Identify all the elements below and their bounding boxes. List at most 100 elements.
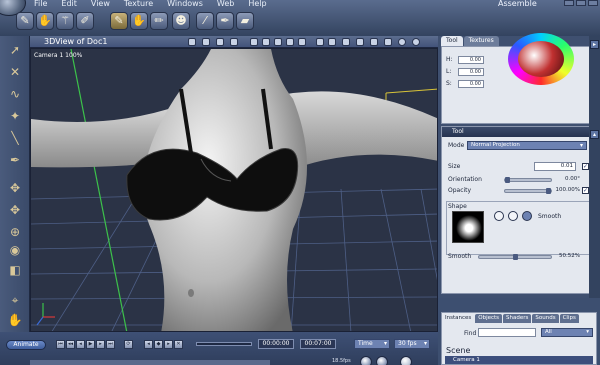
layout-split-icon[interactable] <box>262 38 270 46</box>
tab-objects[interactable]: Objects <box>475 314 503 323</box>
smooth-thumb[interactable] <box>512 254 518 260</box>
light-orb-icon[interactable] <box>400 356 412 365</box>
fps-dropdown[interactable]: 30 fps <box>394 339 430 349</box>
solid-box-icon[interactable] <box>370 38 378 46</box>
minimize-button[interactable] <box>564 0 574 6</box>
menu-texture[interactable]: Texture <box>124 0 153 9</box>
figure-icon[interactable]: ☻ <box>172 12 190 30</box>
scene-item[interactable]: Camera 1 <box>445 356 593 364</box>
view-mode-icon[interactable] <box>188 38 196 46</box>
animate-button[interactable]: Animate <box>6 340 46 350</box>
camera-icon[interactable]: ⌖ <box>7 292 23 308</box>
pencil-icon[interactable]: ✏ <box>150 12 168 30</box>
shield-icon[interactable] <box>316 38 324 46</box>
paint-brush-icon[interactable]: ✎ <box>16 12 34 30</box>
time-mode-dropdown[interactable]: Time <box>354 339 390 349</box>
pen-icon[interactable]: ✒ <box>216 12 234 30</box>
tool-icon[interactable]: ✐ <box>76 12 94 30</box>
shape-smooth-button[interactable] <box>522 211 532 221</box>
render-icon[interactable] <box>412 38 420 46</box>
orientation-slider[interactable] <box>504 177 552 183</box>
color-wheel-center[interactable] <box>518 41 564 77</box>
orientation-thumb[interactable] <box>505 177 510 183</box>
prev-frame-icon[interactable]: ◂ <box>76 340 85 349</box>
view-light-icon[interactable] <box>202 38 210 46</box>
preview-orb-icon[interactable] <box>376 356 388 365</box>
hue-field[interactable]: 0.00 <box>458 55 484 64</box>
key-delete-icon[interactable]: ✕ <box>174 340 183 349</box>
shape-hard-button[interactable] <box>494 211 504 221</box>
hand-icon[interactable]: ✋ <box>36 12 54 30</box>
menu-windows[interactable]: Windows <box>167 0 203 9</box>
opacity-checkbox[interactable]: ✓ <box>582 187 589 194</box>
arrow-icon[interactable]: ➚ <box>7 42 23 58</box>
wire-box-icon[interactable] <box>356 38 364 46</box>
timeline-scrubber[interactable] <box>196 342 252 346</box>
layout-single-icon[interactable] <box>250 38 258 46</box>
render-orb-icon[interactable] <box>360 356 372 365</box>
close-button[interactable] <box>588 0 598 6</box>
size-field[interactable]: 0.01 <box>534 162 576 171</box>
dropper-icon[interactable]: ✒ <box>7 152 23 168</box>
cube-icon[interactable]: ◧ <box>7 262 23 278</box>
tab-clips[interactable]: Clips <box>559 314 579 323</box>
end-time-field[interactable]: 00:07:00 <box>300 339 336 349</box>
size-checkbox[interactable]: ✓ <box>582 163 589 170</box>
lightness-field[interactable]: 0.00 <box>458 67 484 76</box>
shaded-icon[interactable] <box>384 38 392 46</box>
hand-pan-icon[interactable]: ✋ <box>7 312 23 328</box>
menu-file[interactable]: File <box>34 0 47 9</box>
shield-alt-icon[interactable] <box>328 38 336 46</box>
smudge-icon[interactable]: ✋ <box>130 12 148 30</box>
maximize-button[interactable] <box>576 0 586 6</box>
current-time-field[interactable]: 00:00:00 <box>258 339 294 349</box>
opacity-slider[interactable] <box>504 188 552 194</box>
sphere-shade-icon[interactable] <box>398 38 406 46</box>
menu-web[interactable]: Web <box>217 0 234 9</box>
menu-help[interactable]: Help <box>248 0 266 9</box>
key-prev-icon[interactable]: ◂ <box>144 340 153 349</box>
find-input[interactable] <box>478 328 536 337</box>
knife-icon[interactable]: ⁄ <box>196 12 214 30</box>
magic-icon[interactable]: ✦ <box>7 108 23 124</box>
panel-scroll-icon[interactable]: ▴ <box>590 130 599 139</box>
go-end-icon[interactable]: ⏭ <box>106 340 115 349</box>
go-start-icon[interactable]: ⏮ <box>56 340 65 349</box>
opacity-thumb[interactable] <box>546 188 551 194</box>
saturation-field[interactable]: 0.00 <box>458 79 484 88</box>
3d-viewport[interactable]: Camera 1 100% <box>30 48 438 332</box>
layout-quad-icon[interactable] <box>274 38 282 46</box>
brush-active-icon[interactable]: ✎ <box>110 12 128 30</box>
sphere-icon[interactable]: ◉ <box>7 242 23 258</box>
loop-icon[interactable]: ⟳ <box>124 340 133 349</box>
play-icon[interactable]: ▶ <box>86 340 95 349</box>
layout-tri-icon[interactable] <box>286 38 294 46</box>
view-axis-icon[interactable] <box>230 38 238 46</box>
menu-edit[interactable]: Edit <box>61 0 77 9</box>
find-filter-dropdown[interactable]: All <box>541 328 593 337</box>
select-icon[interactable]: ✕ <box>7 64 23 80</box>
next-frame-icon[interactable]: ▸ <box>96 340 105 349</box>
lasso-icon[interactable]: ∿ <box>7 86 23 102</box>
tab-shaders[interactable]: Shaders <box>503 314 532 323</box>
rotate-icon[interactable]: ✥ <box>7 202 23 218</box>
tab-textures[interactable]: Textures <box>463 36 499 46</box>
wand-icon[interactable]: ⚚ <box>56 12 74 30</box>
move-icon[interactable]: ✥ <box>7 180 23 196</box>
view-grid-icon[interactable] <box>216 38 224 46</box>
mode-dropdown[interactable]: Normal Projection <box>467 141 587 150</box>
eraser-icon[interactable]: ▰ <box>236 12 254 30</box>
key-add-icon[interactable]: ◆ <box>154 340 163 349</box>
color-wheel[interactable] <box>508 33 574 85</box>
tab-instances[interactable]: Instances <box>442 314 475 323</box>
panel-arrow-icon[interactable]: ▸ <box>590 40 599 49</box>
target-icon[interactable] <box>342 38 350 46</box>
shape-soft-button[interactable] <box>508 211 518 221</box>
menu-view[interactable]: View <box>91 0 110 9</box>
prev-key-icon[interactable]: ◂◂ <box>66 340 75 349</box>
tab-sounds[interactable]: Sounds <box>532 314 559 323</box>
smooth-slider[interactable] <box>478 254 552 260</box>
scale-icon[interactable]: ⊕ <box>7 224 23 240</box>
line-icon[interactable]: ╲ <box>7 130 23 146</box>
key-next-icon[interactable]: ▸ <box>164 340 173 349</box>
